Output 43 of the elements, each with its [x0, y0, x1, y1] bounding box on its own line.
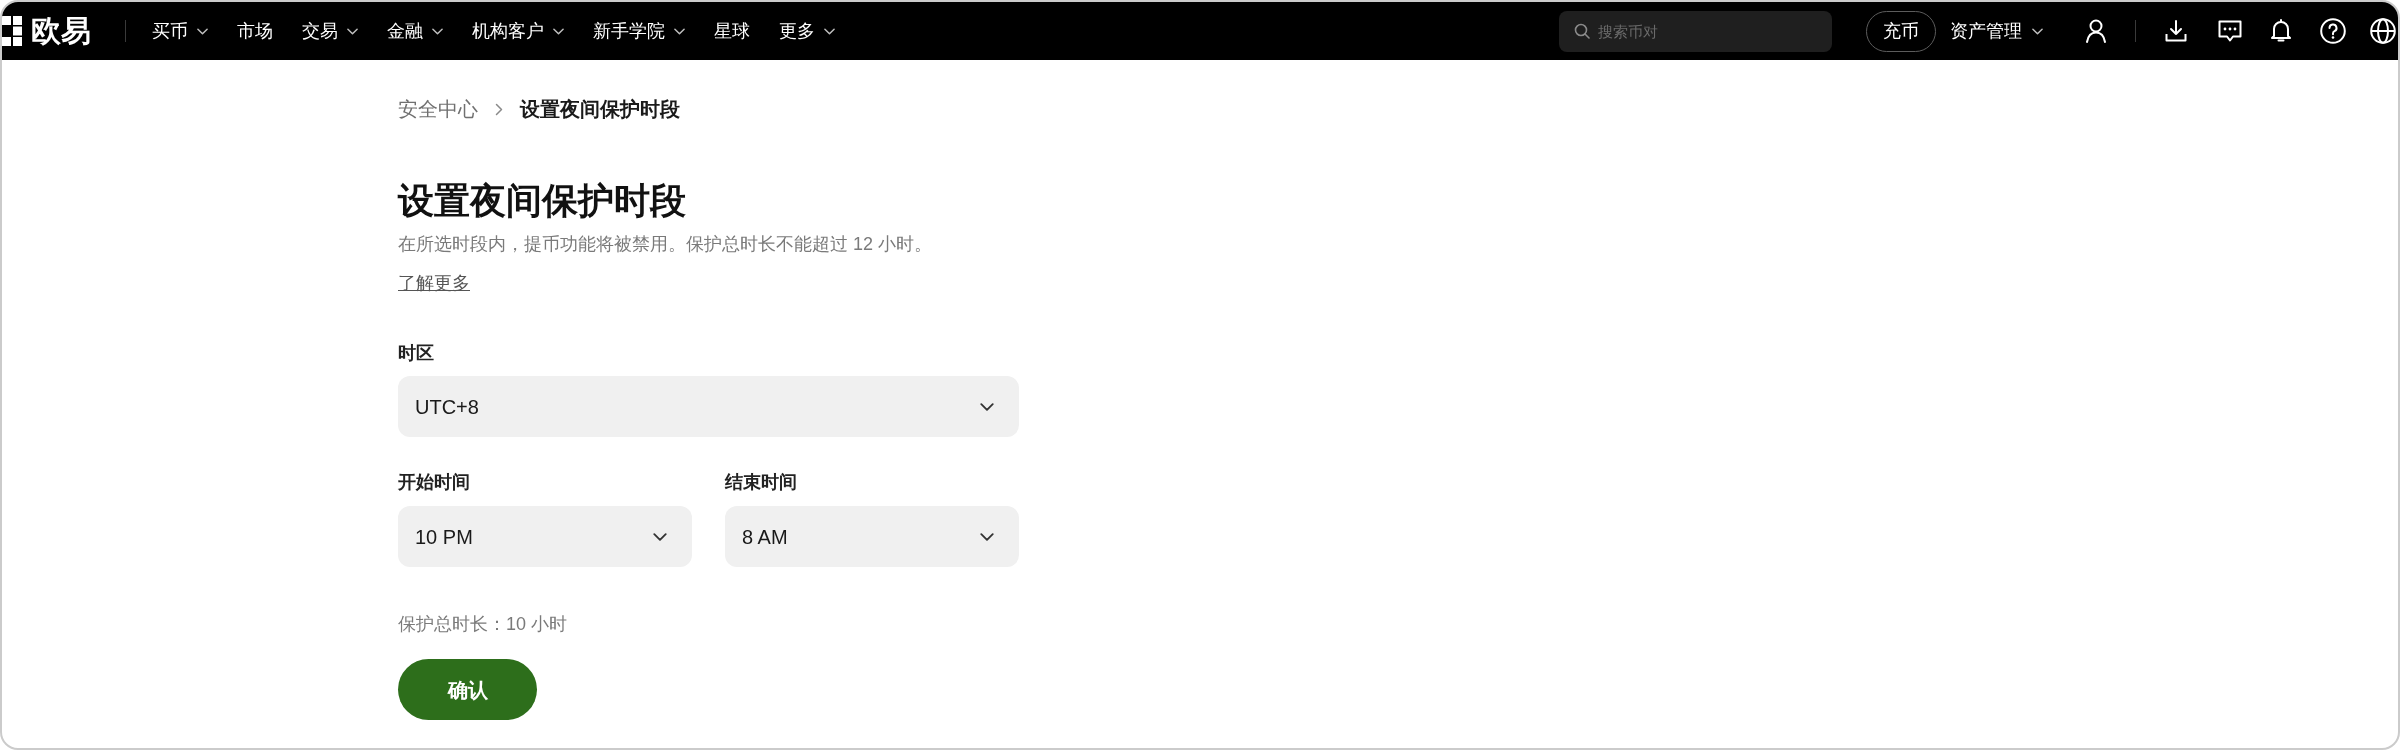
chevron-down-icon [2032, 27, 2043, 35]
nav-menu-item[interactable]: 市场 [237, 19, 273, 43]
page-title: 设置夜间保护时段 [398, 180, 686, 222]
field-label: 开始时间 [398, 471, 470, 494]
description-text: 在所选时段内，提币功能将被禁用。保护总时长不能超过 12 小时。 [398, 233, 933, 256]
chevron-down-icon [553, 27, 564, 35]
learn-more-link[interactable]: 了解更多 [398, 271, 470, 295]
search-field[interactable]: 搜索币对 [1559, 10, 1832, 52]
chevron-down-icon [197, 27, 208, 35]
confirm-button[interactable]: 确认 [398, 659, 537, 720]
chevron-down-icon [653, 532, 667, 541]
logo-blocks-icon[interactable] [2, 16, 22, 46]
nav-menu-item[interactable]: 机构客户 [472, 19, 564, 43]
chevron-down-icon [674, 27, 685, 35]
breadcrumb-current: 设置夜间保护时段 [520, 97, 680, 122]
assets-menu[interactable]: 资产管理 [1950, 19, 2043, 43]
globe-icon[interactable] [2370, 18, 2396, 44]
chevron-right-icon [495, 102, 503, 116]
chevron-down-icon [980, 532, 994, 541]
message-icon[interactable] [2218, 19, 2242, 43]
logo-text[interactable]: 欧易 [31, 13, 91, 49]
breadcrumb-link[interactable]: 安全中心 [398, 96, 478, 122]
chevron-down-icon [824, 27, 835, 35]
help-icon[interactable] [2320, 18, 2346, 44]
bell-icon[interactable] [2270, 19, 2292, 43]
time-select[interactable]: 8 AM [725, 506, 1019, 567]
chevron-down-icon [347, 27, 358, 35]
search-icon [1574, 23, 1590, 39]
nav-menu-item[interactable]: 更多 [779, 19, 835, 43]
download-icon[interactable] [2165, 20, 2187, 42]
nav-menu-item[interactable]: 交易 [302, 19, 358, 43]
nav-menu-item[interactable]: 新手学院 [593, 19, 685, 43]
field-label: 时区 [398, 342, 434, 365]
nav-menu-item[interactable]: 买币 [152, 19, 208, 43]
chevron-down-icon [980, 402, 994, 411]
field-label: 结束时间 [725, 471, 797, 494]
chevron-down-icon [432, 27, 443, 35]
time-select[interactable]: 10 PM [398, 506, 692, 567]
timezone-select[interactable]: UTC+8 [398, 376, 1019, 437]
user-icon[interactable] [2085, 19, 2107, 43]
total-duration-text: 保护总时长：10 小时 [398, 613, 568, 636]
nav-menu-item[interactable]: 金融 [387, 19, 443, 43]
nav-menu-item[interactable]: 星球 [714, 19, 750, 43]
